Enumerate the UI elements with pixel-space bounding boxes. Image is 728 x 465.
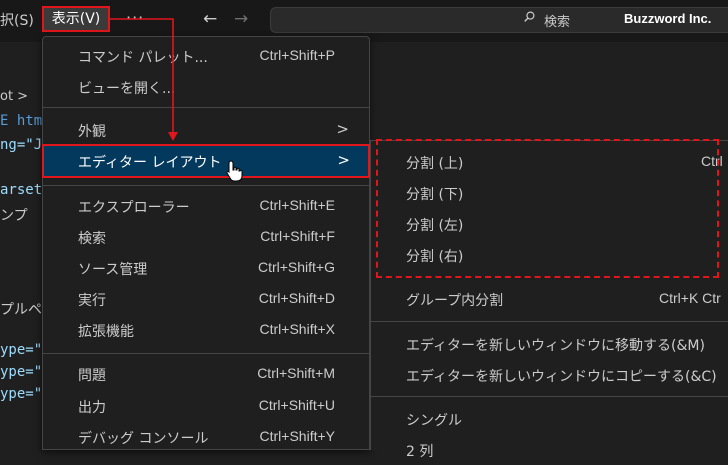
view-menu: コマンド パレット... Ctrl+Shift+P ビューを開く... 外観 >… xyxy=(42,36,370,450)
menu-item-label: 検索 xyxy=(78,231,106,247)
split-items-highlight xyxy=(376,139,719,278)
menu-item-run[interactable]: 実行 Ctrl+Shift+D xyxy=(43,286,369,314)
menu-item-appearance[interactable]: 外観 > xyxy=(43,117,369,145)
menu-item-label: 外観 xyxy=(78,124,106,140)
code-line: ンプ xyxy=(0,208,28,224)
back-arrow-icon[interactable]: ← xyxy=(203,9,217,29)
menu-item-explorer[interactable]: エクスプローラー Ctrl+Shift+E xyxy=(43,193,369,221)
menu-item-label: エクスプローラー xyxy=(78,200,190,216)
menu-item-label: エディターを新しいウィンドウにコピーする(&C) xyxy=(406,369,717,385)
menu-item-label: 実行 xyxy=(78,293,106,309)
menu-item-shortcut: Ctrl+Shift+Y xyxy=(259,428,335,444)
menu-item-label: グループ内分割 xyxy=(406,293,504,309)
menu-item-shortcut: Ctrl+Shift+P xyxy=(259,47,335,63)
menu-item-search[interactable]: 検索 Ctrl+Shift+F xyxy=(43,224,369,252)
menu-item-problems[interactable]: 問題 Ctrl+Shift+M xyxy=(43,361,369,389)
menu-separator xyxy=(43,353,369,354)
forward-arrow-icon[interactable]: → xyxy=(234,9,248,29)
code-line: ng="J xyxy=(0,137,43,153)
menu-item-editor-layout[interactable]: エディター レイアウト > xyxy=(42,144,370,178)
menu-separator xyxy=(371,396,728,397)
menu-item-label: 拡張機能 xyxy=(78,324,134,340)
menu-item-shortcut: Ctrl+Shift+G xyxy=(257,259,335,275)
menu-item-label: エディター レイアウト xyxy=(78,155,222,171)
menu-item-label: シングル xyxy=(406,413,462,429)
menu-item-shortcut: Ctrl+Shift+U xyxy=(258,397,335,413)
menu-selection[interactable]: 択(S) xyxy=(0,10,34,30)
menu-item-command-palette[interactable]: コマンド パレット... Ctrl+Shift+P xyxy=(43,43,369,71)
menu-item-source-control[interactable]: ソース管理 Ctrl+Shift+G xyxy=(43,255,369,283)
menu-item-label: 問題 xyxy=(78,368,106,384)
hand-cursor-icon xyxy=(226,160,243,182)
menu-item-label: コマンド パレット... xyxy=(78,50,208,66)
search-icon xyxy=(524,11,535,22)
menu-item-label: 出力 xyxy=(78,400,106,416)
submenu-item-copy-to-new-window[interactable]: エディターを新しいウィンドウにコピーする(&C) xyxy=(371,362,728,390)
submenu-item-single[interactable]: シングル xyxy=(371,406,728,434)
code-line: arset xyxy=(0,182,43,198)
menu-item-shortcut: Ctrl+Shift+F xyxy=(260,228,335,244)
menu-separator xyxy=(43,185,369,186)
menu-item-debug-console[interactable]: デバッグ コンソール Ctrl+Shift+Y xyxy=(43,424,369,452)
chevron-right-icon: > xyxy=(337,151,350,169)
code-line: E htm xyxy=(0,113,43,129)
menu-item-output[interactable]: 出力 Ctrl+Shift+U xyxy=(43,393,369,421)
submenu-item-two-columns[interactable]: 2 列 xyxy=(371,437,728,465)
menu-item-extensions[interactable]: 拡張機能 Ctrl+Shift+X xyxy=(43,317,369,345)
breadcrumb[interactable]: ot > xyxy=(0,89,28,104)
menu-separator xyxy=(43,107,369,108)
more-menu-icon[interactable]: ··· xyxy=(126,8,144,27)
menu-item-label: ビューを開く... xyxy=(78,81,176,97)
menu-item-shortcut: Ctrl+Shift+X xyxy=(259,321,335,337)
menu-item-shortcut: Ctrl+Shift+D xyxy=(258,290,335,306)
chevron-right-icon: > xyxy=(336,120,349,138)
menu-item-shortcut: Ctrl+Shift+E xyxy=(259,197,335,213)
menu-item-open-view[interactable]: ビューを開く... xyxy=(43,74,369,102)
code-line: ype=" xyxy=(0,386,43,402)
search-label: 検索 xyxy=(544,15,571,30)
menu-item-label: デバッグ コンソール xyxy=(78,431,209,447)
menu-separator xyxy=(371,321,728,322)
window-title: Buzzword Inc. xyxy=(624,11,712,26)
submenu-item-split-in-group[interactable]: グループ内分割 Ctrl+K Ctr xyxy=(371,286,728,314)
code-line: ype=" xyxy=(0,364,43,380)
code-line: プルペ xyxy=(0,302,42,318)
submenu-item-move-to-new-window[interactable]: エディターを新しいウィンドウに移動する(&M) xyxy=(371,331,728,359)
menu-item-shortcut: Ctrl+K Ctr xyxy=(659,290,721,306)
menu-item-label: ソース管理 xyxy=(78,262,148,278)
code-line: ype=" xyxy=(0,342,43,358)
menu-item-shortcut: Ctrl+Shift+M xyxy=(257,365,335,381)
menu-item-label: 2 列 xyxy=(406,444,434,460)
menu-view[interactable]: 表示(V) xyxy=(42,6,110,32)
menu-item-label: エディターを新しいウィンドウに移動する(&M) xyxy=(406,338,705,354)
